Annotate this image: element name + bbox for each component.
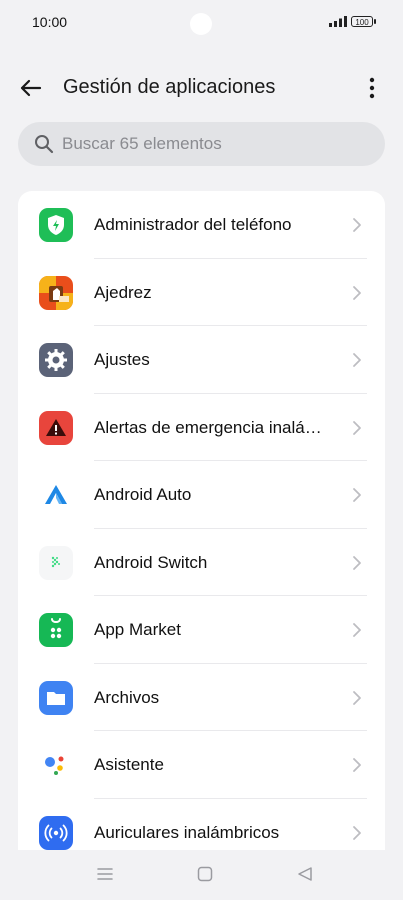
chevron-right-icon — [353, 758, 361, 772]
chevron-right-icon — [353, 623, 361, 637]
wireless-earphones-icon — [39, 815, 73, 850]
more-options-icon[interactable] — [360, 74, 384, 102]
list-item-settings[interactable]: Ajustes — [18, 326, 385, 394]
status-time: 10:00 — [32, 14, 68, 30]
chevron-right-icon — [353, 420, 361, 435]
recent-apps-icon[interactable] — [97, 866, 113, 882]
app-list: Administrador del teléfono Ajedrez Ajust… — [18, 191, 385, 861]
battery-tip — [374, 19, 376, 24]
app-bar: Gestión de aplicaciones — [0, 60, 403, 116]
settings-gear-icon — [39, 343, 73, 377]
page-title: Gestión de aplicaciones — [63, 76, 276, 98]
app-label: Ajedrez — [94, 282, 152, 302]
list-item-android-switch[interactable]: Android Switch — [18, 529, 385, 596]
app-label: Alertas de emergencia inalá… — [94, 417, 322, 437]
battery-icon: 100 — [351, 16, 373, 27]
signal-icon — [329, 16, 347, 27]
chevron-right-icon — [353, 353, 361, 367]
android-switch-icon — [39, 545, 73, 580]
chevron-right-icon — [353, 488, 361, 502]
emergency-alert-icon — [39, 410, 73, 445]
chevron-right-icon — [353, 555, 361, 570]
chevron-right-icon — [353, 690, 361, 705]
camera-cutout — [190, 13, 212, 35]
list-item-phone-manager[interactable]: Administrador del teléfono — [18, 191, 385, 259]
app-market-icon — [39, 613, 73, 647]
list-item-emergency-alerts[interactable]: Alertas de emergencia inalá… — [18, 394, 385, 461]
list-item-chess[interactable]: Ajedrez — [18, 259, 385, 326]
app-label: Ajustes — [94, 350, 150, 369]
search-bar[interactable] — [18, 122, 385, 166]
chevron-right-icon — [353, 285, 361, 300]
search-input[interactable] — [62, 122, 362, 166]
app-label: Android Switch — [94, 552, 208, 572]
search-icon — [35, 135, 54, 154]
status-bar: 10:00 100 — [0, 0, 403, 46]
phone-manager-icon — [39, 208, 73, 242]
chess-icon — [39, 275, 73, 310]
list-item-files[interactable]: Archivos — [18, 664, 385, 731]
navigation-bar — [0, 850, 403, 900]
list-item-app-market[interactable]: App Market — [18, 596, 385, 664]
app-label: Administrador del teléfono — [94, 215, 292, 234]
chevron-right-icon — [353, 825, 361, 840]
app-label: Archivos — [94, 687, 160, 707]
back-triangle-icon[interactable] — [297, 866, 313, 882]
app-label: Auriculares inalámbricos — [94, 822, 280, 842]
app-label: Asistente — [94, 755, 164, 774]
app-label: Android Auto — [94, 485, 192, 504]
back-arrow-icon[interactable] — [17, 74, 45, 102]
app-label: App Market — [94, 620, 181, 639]
chevron-right-icon — [353, 218, 361, 232]
list-item-android-auto[interactable]: Android Auto — [18, 461, 385, 529]
assistant-icon — [39, 748, 73, 782]
home-icon[interactable] — [197, 866, 213, 882]
folder-icon — [39, 680, 73, 715]
list-item-assistant[interactable]: Asistente — [18, 731, 385, 799]
android-auto-icon — [39, 478, 73, 512]
